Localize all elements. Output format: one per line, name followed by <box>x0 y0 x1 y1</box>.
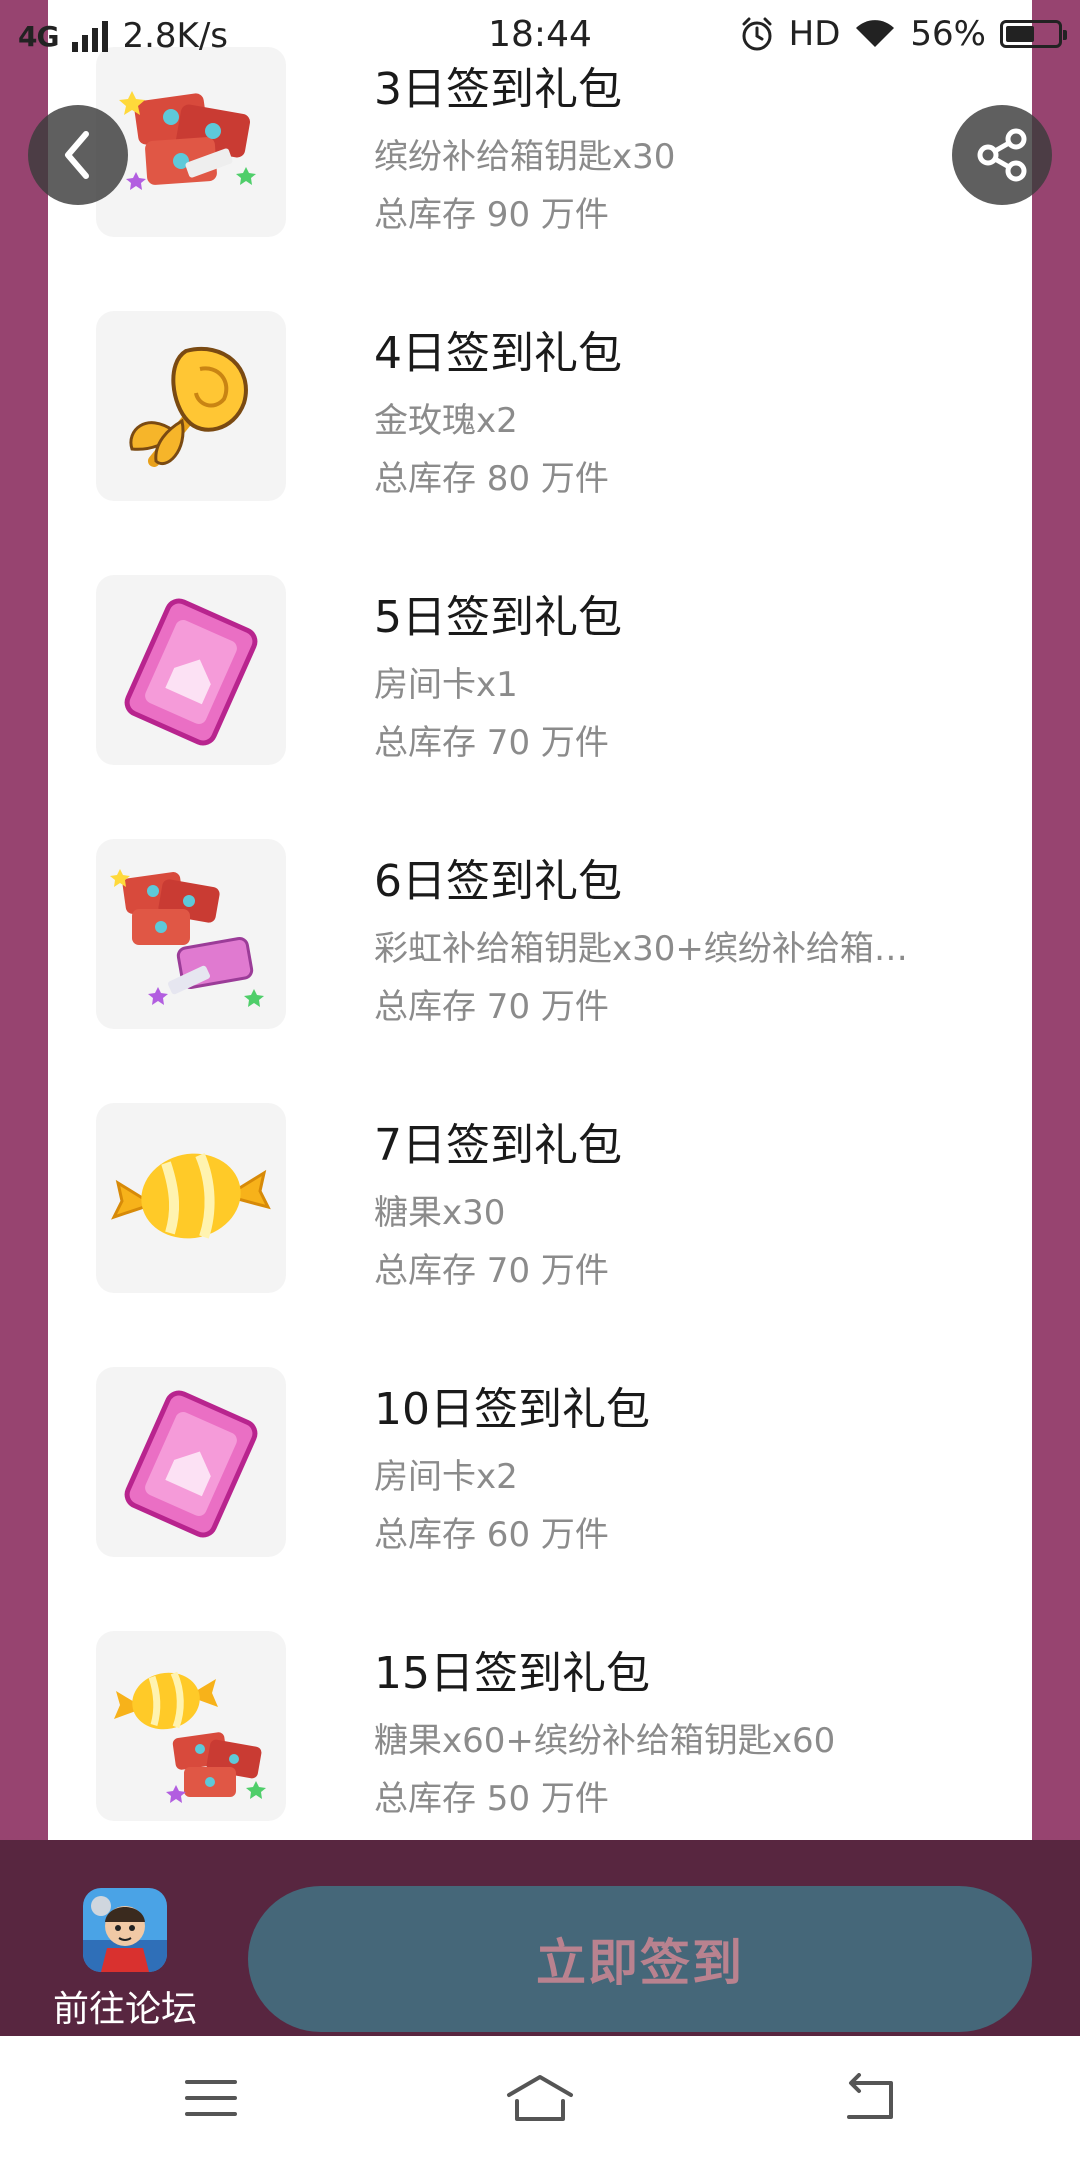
reward-desc: 房间卡x1 <box>374 665 518 705</box>
status-right: HD 56% <box>739 14 1067 54</box>
reward-list-panel[interactable]: 3日签到礼包 缤纷补给箱钥匙x30 总库存 90 万件 4日签到礼包 金玫瑰x2… <box>48 0 1032 1840</box>
reward-desc: 金玫瑰x2 <box>374 401 518 441</box>
list-item: 3日签到礼包 缤纷补给箱钥匙x30 总库存 90 万件 <box>96 47 996 239</box>
candy-icon <box>96 1103 286 1293</box>
list-item: 6日签到礼包 彩虹补给箱钥匙x30+缤纷补给箱… 总库存 70 万件 <box>96 839 996 1031</box>
sign-in-button[interactable]: 立即签到 <box>248 1886 1032 2032</box>
reward-stock: 总库存 80 万件 <box>374 459 609 499</box>
reward-stock: 总库存 70 万件 <box>374 987 609 1027</box>
go-to-forum-button[interactable]: 前往论坛 <box>40 1888 210 2036</box>
home-icon <box>507 2075 573 2121</box>
reward-stock: 总库存 70 万件 <box>374 723 609 763</box>
list-item: 4日签到礼包 金玫瑰x2 总库存 80 万件 <box>96 311 996 503</box>
reward-title: 4日签到礼包 <box>374 328 622 379</box>
status-bar: 4G 2.8K/s 18:44 HD 56% <box>0 0 1080 72</box>
reward-desc: 房间卡x2 <box>374 1457 518 1497</box>
alarm-icon <box>742 17 772 51</box>
menu-icon <box>185 2080 237 2116</box>
reward-stock: 总库存 50 万件 <box>374 1779 609 1819</box>
wifi-icon <box>856 20 895 47</box>
list-item: 10日签到礼包 房间卡x2 总库存 60 万件 <box>96 1367 996 1559</box>
back-nav-button[interactable] <box>824 2066 914 2130</box>
list-item: 15日签到礼包 糖果x60+缤纷补给箱钥匙x60 总库存 50 万件 <box>96 1631 996 1823</box>
reward-title: 10日签到礼包 <box>374 1384 650 1435</box>
rainbow-key-bundle-icon <box>96 839 286 1029</box>
home-button[interactable] <box>495 2066 585 2130</box>
bottom-action-bar: 前往论坛 立即签到 <box>0 1840 1080 2036</box>
list-item: 5日签到礼包 房间卡x1 总库存 70 万件 <box>96 575 996 767</box>
menu-button[interactable] <box>166 2066 256 2130</box>
reward-desc: 彩虹补给箱钥匙x30+缤纷补给箱… <box>374 929 908 969</box>
hd-indicator: HD <box>788 14 841 54</box>
reward-desc: 缤纷补给箱钥匙x30 <box>374 137 676 177</box>
candy-key-bundle-icon <box>96 1631 286 1821</box>
back-button[interactable] <box>28 105 128 205</box>
reward-title: 5日签到礼包 <box>374 592 622 643</box>
battery-icon <box>1000 20 1067 48</box>
reward-title: 6日签到礼包 <box>374 856 622 907</box>
room-card-icon <box>96 575 286 765</box>
battery-percent: 56% <box>910 14 986 54</box>
forum-app-icon <box>83 1888 167 1972</box>
forum-label: 前往论坛 <box>52 1989 197 2030</box>
reward-desc: 糖果x30 <box>374 1193 506 1233</box>
reward-stock: 总库存 90 万件 <box>374 195 609 235</box>
system-nav-bar <box>0 2036 1080 2160</box>
reward-stock: 总库存 70 万件 <box>374 1251 609 1291</box>
gold-rose-icon <box>96 311 286 501</box>
reward-desc: 糖果x60+缤纷补给箱钥匙x60 <box>374 1721 836 1761</box>
share-icon <box>977 128 1027 182</box>
share-button[interactable] <box>952 105 1052 205</box>
battery-level <box>1006 26 1034 42</box>
list-item: 7日签到礼包 糖果x30 总库存 70 万件 <box>96 1103 996 1295</box>
room-card-icon <box>96 1367 286 1557</box>
reward-title: 15日签到礼包 <box>374 1648 650 1699</box>
reward-title: 7日签到礼包 <box>374 1120 622 1171</box>
return-icon <box>847 2073 893 2119</box>
reward-stock: 总库存 60 万件 <box>374 1515 609 1555</box>
chevron-left-icon <box>65 131 89 179</box>
